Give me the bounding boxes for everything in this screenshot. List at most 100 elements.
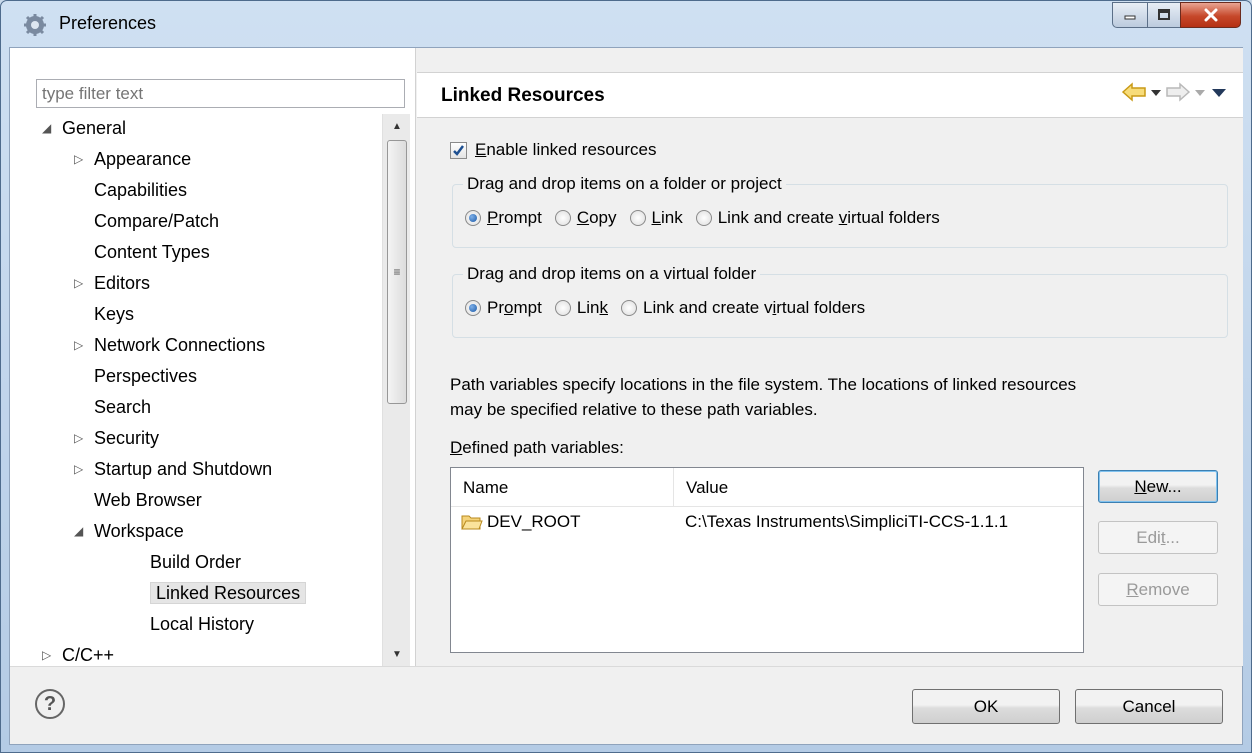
tree-item[interactable]: ▷ Appearance [74,145,191,174]
tree-item[interactable]: ◢ Workspace [74,517,184,546]
virtual-folder-drop-options: Prompt Link Link and create virtual folder… [465,298,878,318]
page-header: Linked Resources [417,72,1243,118]
variable-value: C:\Texas Instruments\SimpliciTI-CCS-1.1.… [685,512,1009,531]
table-row[interactable]: DEV_ROOT C:\Texas Instruments\SimpliciTI… [451,508,1083,538]
tree-item-label: Linked Resources [150,582,307,604]
enable-linked-resources-checkbox[interactable]: Enable linked resources [450,138,656,162]
radio-option-label: Copy [576,208,617,227]
virtual-folder-drop-group: Drag and drop items on a virtual folder … [452,263,1228,338]
column-header-name[interactable]: Name [451,468,674,507]
path-variables-description: Path variables specify locations in the … [450,372,1240,422]
tree-item-label: Web Browser [94,490,202,510]
tree-item[interactable]: ▷ C/C++ [42,641,114,666]
tree-item[interactable]: Perspectives [74,362,197,391]
close-button[interactable] [1180,2,1241,28]
tree-item[interactable]: Content Types [74,238,210,267]
path-variables-table[interactable]: Name Value DEV_ROOT C:\Texas Instruments… [450,467,1084,653]
radio-option-label: Prompt [487,208,542,227]
maximize-icon [1158,9,1170,20]
tree-item[interactable]: Build Order [122,548,241,577]
radio-option[interactable]: Link [554,298,608,318]
variable-name: DEV_ROOT [487,512,581,531]
maximize-button[interactable] [1147,2,1180,28]
collapse-arrow-icon[interactable]: ◢ [74,517,83,546]
tree-item[interactable]: Local History [122,610,254,639]
tree-item[interactable]: ▷ Security [74,424,159,453]
expand-arrow-icon[interactable]: ▷ [74,424,83,453]
expand-arrow-icon[interactable]: ▷ [74,269,83,298]
radio-option[interactable]: Link and create virtual folders [695,208,940,228]
close-icon [1204,8,1217,22]
tree-scrollbar[interactable]: ▲ ≡ ▼ [382,114,410,666]
enable-linked-resources-label: Enable linked resources [475,140,657,159]
column-header-value[interactable]: Value [674,468,1083,507]
help-icon[interactable]: ? [35,689,65,719]
tree-item[interactable]: ▷ Startup and Shutdown [74,455,272,484]
view-menu-icon[interactable] [1209,82,1229,102]
expand-arrow-icon[interactable]: ▷ [42,641,51,666]
grip-icon: ≡ [393,265,401,279]
title-bar[interactable]: Preferences [1,1,1251,49]
tree-item-label: Content Types [94,242,210,262]
minimize-icon [1124,15,1136,20]
expand-arrow-icon[interactable]: ▷ [74,455,83,484]
tree-item-label: Capabilities [94,180,188,200]
tree-item-label: Network Connections [94,335,266,355]
new-variable-button[interactable]: New... [1098,470,1218,503]
forward-history-dropdown-icon[interactable] [1191,82,1209,102]
filter-input[interactable] [36,79,405,108]
tree-item[interactable]: ▷ Editors [74,269,150,298]
tree-item-label: Editors [94,273,151,293]
tree-item[interactable]: Keys [74,300,134,329]
cancel-button[interactable]: Cancel [1075,689,1223,724]
scroll-down-arrow-icon[interactable]: ▼ [383,644,411,664]
table-header: Name Value [451,468,1083,507]
tree-item-label: General [62,118,127,138]
tree-item[interactable]: Capabilities [74,176,187,205]
expand-arrow-icon[interactable]: ▷ [74,145,83,174]
radio-option[interactable]: Link [629,208,683,228]
tree-item[interactable]: Web Browser [74,486,202,515]
tree-item-label: Perspectives [94,366,198,386]
checkmark-icon [450,141,467,159]
remove-variable-button[interactable]: Remove [1098,573,1218,606]
radio-option[interactable]: Copy [554,208,617,228]
tree-item-label: Startup and Shutdown [94,459,273,479]
tree-item-label: Search [94,397,152,417]
radio-option[interactable]: Prompt [465,298,542,318]
back-arrow-icon[interactable] [1121,82,1147,102]
preference-tree: ◢ General ▷ Appearance Capabilities Compare/P… [10,114,382,666]
tree-item[interactable]: ▷ Network Connections [74,331,265,360]
collapse-arrow-icon[interactable]: ◢ [42,114,51,143]
scrollbar-thumb[interactable]: ≡ [387,140,407,404]
window-title: Preferences [59,13,157,33]
radio-unselected-icon [554,300,571,316]
radio-unselected-icon [629,210,646,226]
ok-button[interactable]: OK [912,689,1060,724]
minimize-button[interactable] [1112,2,1147,28]
tree-item-label: C/C++ [62,645,115,665]
page-title: Linked Resources [441,85,605,106]
tree-item[interactable]: Search [74,393,151,422]
radio-unselected-icon [621,300,637,316]
tree-item-label: Security [94,428,160,448]
radio-selected-icon [465,210,481,226]
radio-option[interactable]: Prompt [465,208,542,228]
preference-page: Linked Resources Enable linked resources… [417,48,1243,666]
edit-variable-button[interactable]: Edi t... [1098,521,1218,554]
dialog-client-area: ◢ General ▷ Appearance Capabilities Compare/P… [9,47,1243,745]
folder-drop-options: Prompt Copy Link Link and create virtual fo… [465,208,953,228]
tree-item-label: Appearance [94,149,192,169]
radio-option[interactable]: Link and create virtual folders [621,298,865,318]
expand-arrow-icon[interactable]: ▷ [74,331,83,360]
preferences-window: Preferences ◢ General ▷ Appearance Capabilit… [0,0,1252,753]
back-history-dropdown-icon[interactable] [1147,82,1165,102]
forward-arrow-icon[interactable] [1165,82,1191,102]
scroll-up-arrow-icon[interactable]: ▲ [383,116,411,136]
tree-item-label: Compare/Patch [94,211,220,231]
tree-item[interactable]: Compare/Patch [74,207,219,236]
radio-option-label: Link and create virtual folders [717,208,940,227]
radio-option-label: Link [651,208,683,227]
tree-item[interactable]: Linked Resources [122,579,307,608]
tree-item[interactable]: ◢ General [42,114,126,143]
